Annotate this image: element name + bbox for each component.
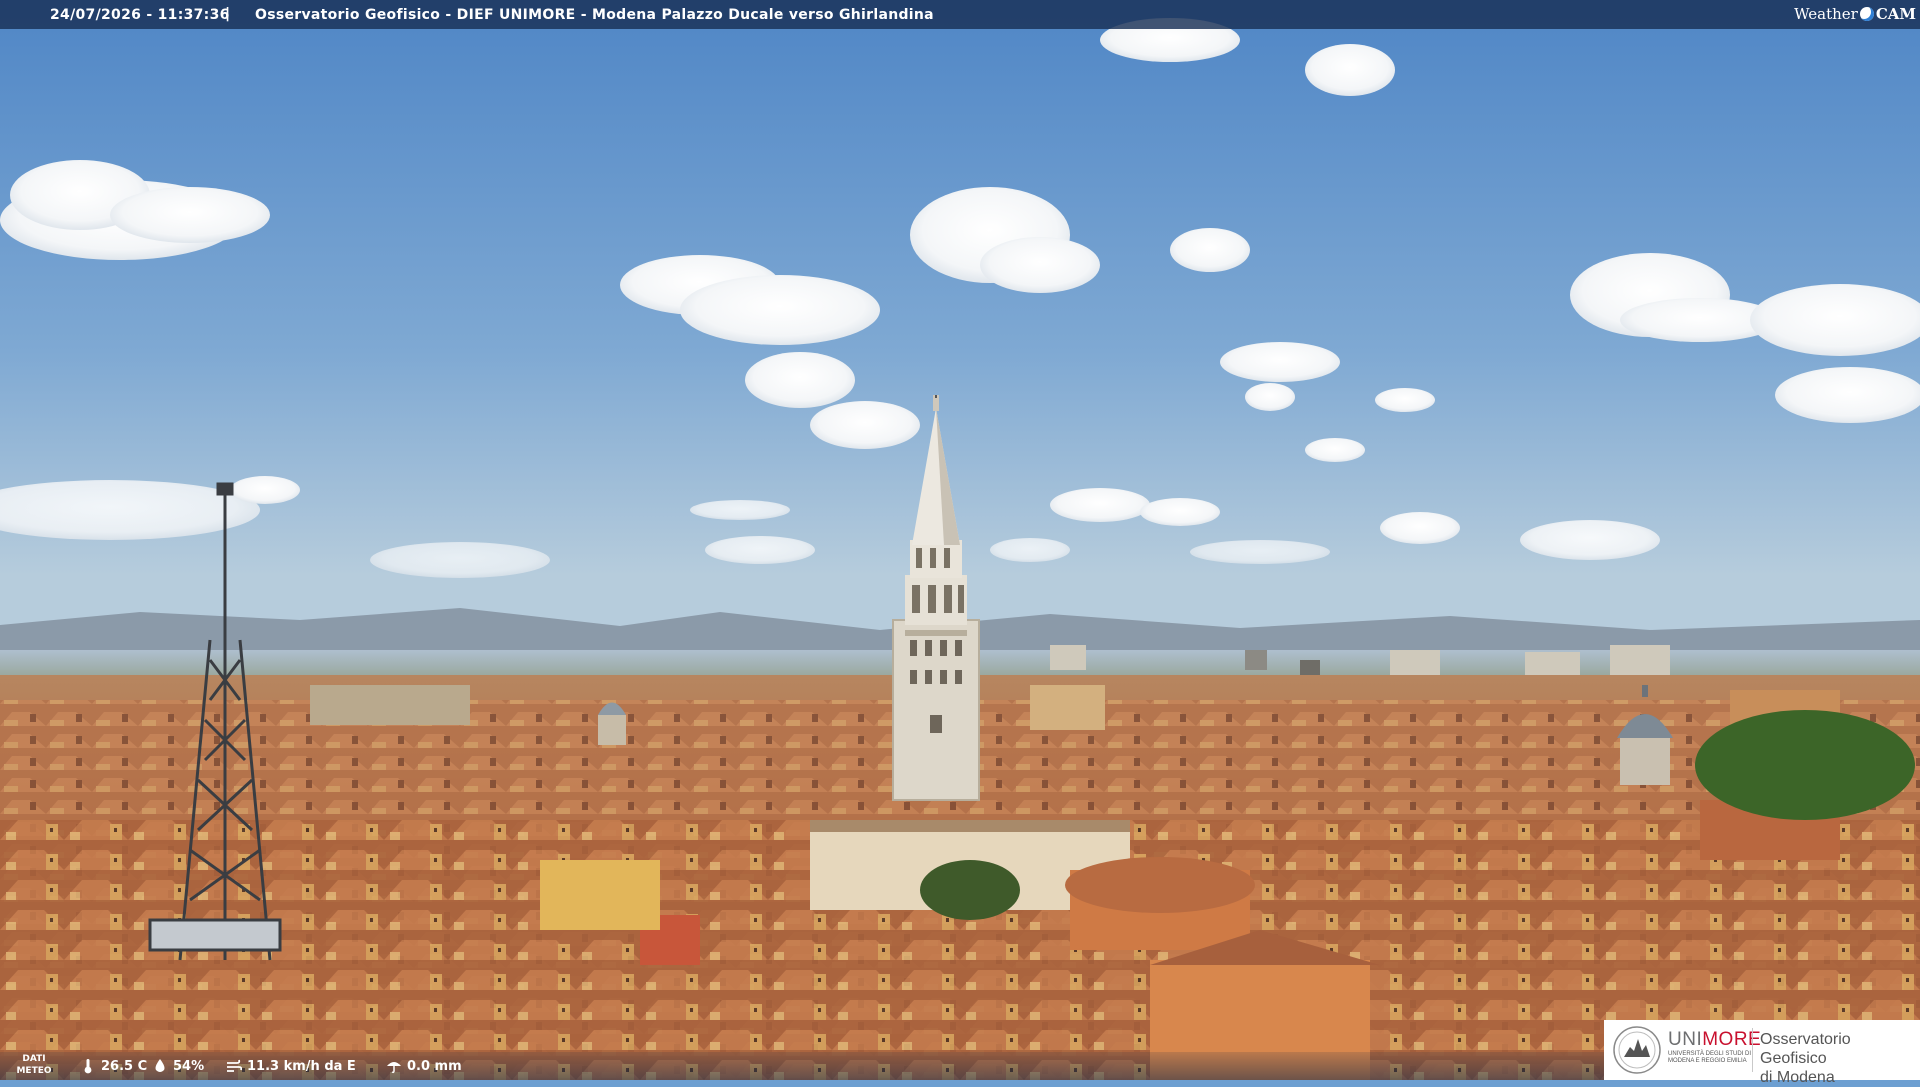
camera-header-bar: 24/07/2026 - 11:37:36 | Osservatorio Geo…	[0, 0, 1920, 29]
observatory-name: Osservatorio Geofisico di Modena	[1760, 1031, 1851, 1086]
humidity-value: 54%	[173, 1058, 205, 1074]
brand-weather: Weather	[1794, 5, 1858, 23]
thermometer-icon	[80, 1058, 96, 1074]
temperature-readout: 26.5 C	[80, 1058, 147, 1074]
camera-title: Osservatorio Geofisico - DIEF UNIMORE - …	[255, 7, 934, 23]
weather-data-label: DATI METEO	[16, 1054, 52, 1076]
university-seal-icon	[1613, 1026, 1661, 1074]
brand-cam: CAM	[1875, 5, 1916, 23]
unimore-wordmark: UNIMORE	[1668, 1029, 1762, 1050]
weathercam-globe-icon	[1859, 7, 1874, 21]
rain-value: 0.0 mm	[407, 1058, 462, 1074]
webcam-scene	[0, 0, 1920, 1080]
weathercam-logo: Weather CAM	[1794, 3, 1916, 25]
umbrella-icon	[386, 1058, 402, 1074]
wind-icon	[226, 1058, 242, 1074]
rain-readout: 0.0 mm	[386, 1058, 462, 1074]
header-separator: |	[225, 6, 231, 22]
unimore-logo-box: UNIMORE UNIVERSITÀ DEGLI STUDI DI MODENA…	[1604, 1020, 1920, 1086]
timestamp: 24/07/2026 - 11:37:36	[50, 7, 230, 23]
unimore-subtitle: UNIVERSITÀ DEGLI STUDI DI MODENA E REGGI…	[1668, 1051, 1752, 1064]
humidity-readout: 54%	[152, 1058, 204, 1074]
temperature-value: 26.5 C	[101, 1058, 148, 1074]
wind-value: 11.3 km/h da E	[247, 1058, 356, 1074]
wind-readout: 11.3 km/h da E	[226, 1058, 356, 1074]
logo-divider	[1752, 1028, 1753, 1072]
humidity-drop-icon	[152, 1058, 168, 1074]
